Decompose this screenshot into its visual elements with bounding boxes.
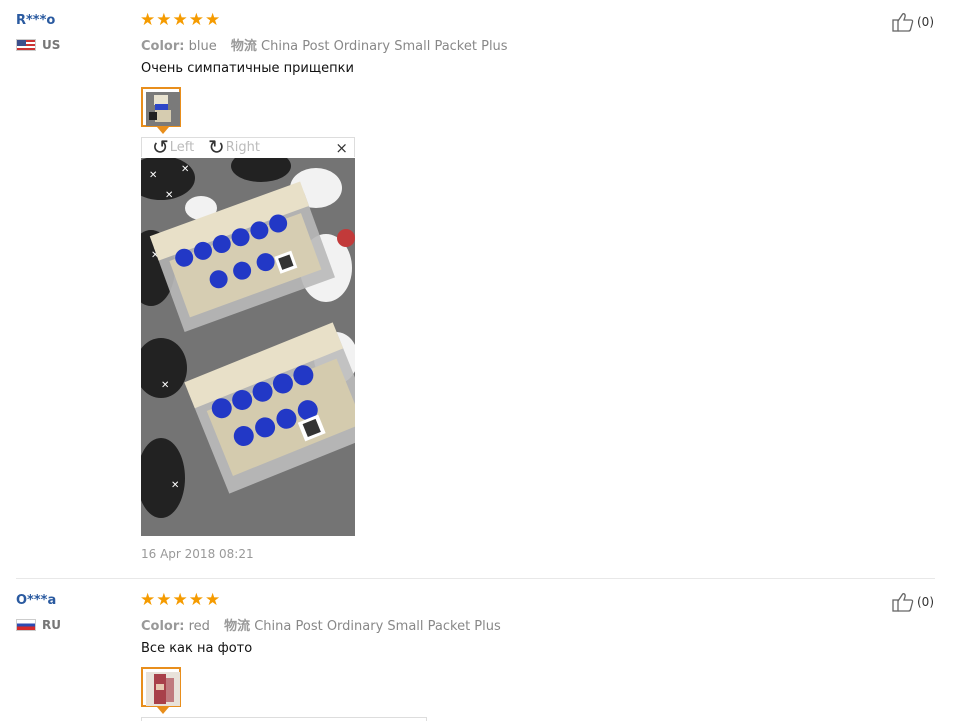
review-date: 16 Apr 2018 08:21 (141, 547, 254, 561)
like-button[interactable]: (0) (892, 12, 934, 32)
review-text: Очень симпатичные прищепки (141, 61, 354, 76)
close-icon[interactable]: × (335, 139, 348, 157)
review-divider (16, 578, 935, 579)
shipping-value: China Post Ordinary Small Packet Plus (261, 39, 508, 54)
star-icon: ★ (156, 10, 172, 30)
thumbs-up-icon (892, 593, 914, 612)
photo-viewer-toolbar: ↺ Left ↻ Right × (141, 137, 355, 157)
like-count: (0) (917, 595, 934, 609)
star-icon: ★ (156, 590, 172, 610)
svg-text:✕: ✕ (181, 164, 189, 175)
rating-stars: ★ ★ ★ ★ ★ (140, 12, 220, 29)
color-label: Color: (141, 619, 185, 634)
order-info: Color: red 物流 China Post Ordinary Small … (141, 615, 511, 634)
reviewer-name[interactable]: O***a (16, 592, 61, 610)
rotate-right-label: Right (225, 139, 260, 155)
color-value: blue (188, 39, 217, 54)
reviewer-country: US (16, 38, 60, 52)
star-icon: ★ (188, 10, 204, 30)
color-value: red (188, 619, 210, 634)
review-photo-image: ✕✕✕ ✕✕✕ (141, 158, 355, 536)
reviewer-info: O***a RU (16, 592, 61, 632)
reviewer-info: R***o US (16, 12, 60, 52)
ru-flag-icon (16, 619, 36, 631)
svg-text:✕: ✕ (165, 190, 173, 201)
rotate-right-icon: ↻ (208, 135, 225, 159)
order-info: Color: blue 物流 China Post Ordinary Small… (141, 35, 518, 54)
rotate-left-label: Left (169, 139, 195, 155)
svg-text:✕: ✕ (149, 170, 157, 181)
review-text: Все как на фото (141, 641, 253, 656)
star-icon: ★ (172, 10, 188, 30)
star-icon: ★ (140, 10, 156, 30)
star-icon: ★ (140, 590, 156, 610)
rotate-left-icon: ↺ (152, 135, 169, 159)
country-code: RU (42, 618, 61, 632)
reviewer-name[interactable]: R***o (16, 12, 60, 30)
thumbnail-image (146, 672, 180, 706)
rotate-left-button[interactable]: ↺ Left (152, 137, 194, 157)
rotate-right-button[interactable]: ↻ Right (208, 137, 260, 157)
star-icon: ★ (205, 10, 221, 30)
like-button[interactable]: (0) (892, 592, 934, 612)
review-photo-large: ✕ ✕ ✕ ✕ ✕ ✕ (141, 158, 355, 536)
thumbs-up-icon (892, 13, 914, 32)
reviewer-country: RU (16, 618, 61, 632)
shipping-value: China Post Ordinary Small Packet Plus (254, 619, 501, 634)
star-icon: ★ (172, 590, 188, 610)
shipping-label: 物流 (230, 39, 257, 54)
like-count: (0) (917, 15, 934, 29)
shipping-label: 物流 (224, 619, 251, 634)
review-photo-thumbnail[interactable] (141, 87, 181, 134)
us-flag-icon (16, 39, 36, 51)
thumbnail-image (146, 92, 180, 126)
thumbnail-pointer (157, 707, 169, 714)
country-code: US (42, 38, 61, 52)
star-icon: ★ (188, 590, 204, 610)
color-label: Color: (141, 39, 185, 54)
star-icon: ★ (205, 590, 221, 610)
svg-text:✕: ✕ (161, 380, 169, 391)
svg-text:✕: ✕ (171, 480, 179, 491)
thumbnail-pointer (157, 127, 169, 134)
photo-viewer-toolbar (141, 717, 427, 721)
review-photo-thumbnail[interactable] (141, 667, 181, 714)
rating-stars: ★ ★ ★ ★ ★ (140, 592, 220, 609)
